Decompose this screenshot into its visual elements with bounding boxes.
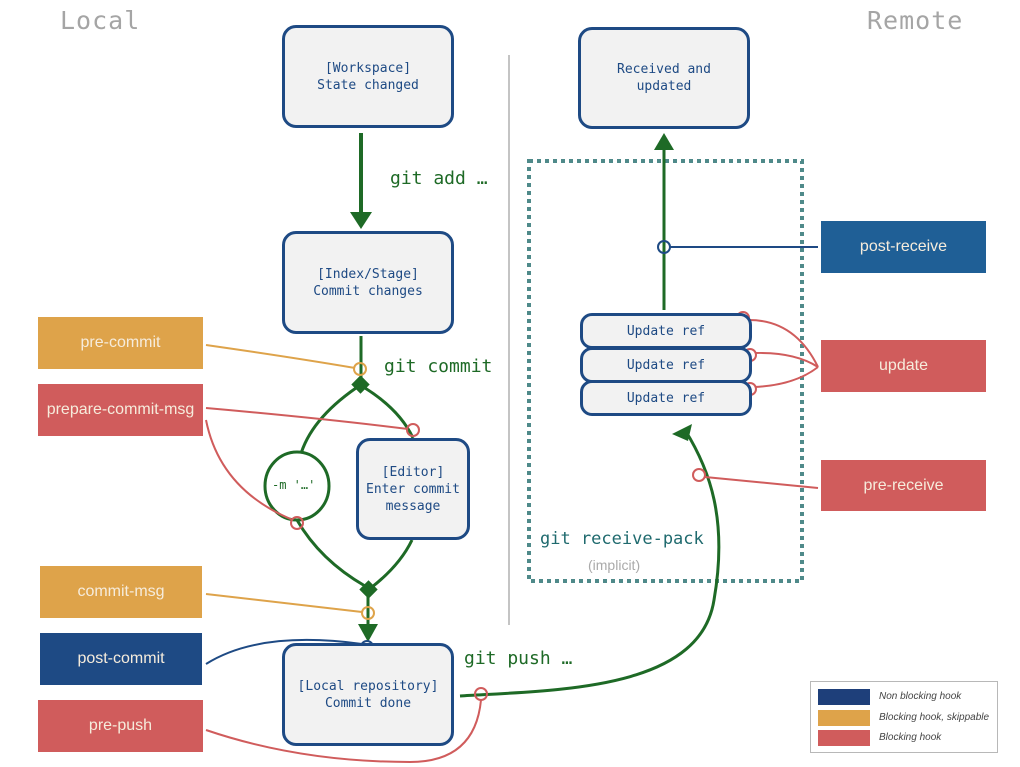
connector-commit-msg xyxy=(205,593,363,613)
legend: Non blocking hook Blocking hook, skippab… xyxy=(810,681,998,753)
local-repository-state-box: [Local repository] Commit done xyxy=(282,643,454,746)
implicit-label: (implicit) xyxy=(588,557,641,573)
connector-update-1 xyxy=(748,319,819,368)
flow-merge-message-flag xyxy=(295,519,366,588)
remote-heading: Remote xyxy=(867,6,964,35)
git-add-label: git add … xyxy=(390,168,488,189)
hook-pre-push: pre-push xyxy=(38,700,203,752)
update-ref-box: Update ref xyxy=(580,313,752,349)
legend-label: Blocking hook, skippable xyxy=(879,712,990,723)
workspace-state-box: [Workspace] State changed xyxy=(282,25,454,128)
hook-pre-receive: pre-receive xyxy=(821,460,986,511)
legend-item-blocking: Blocking hook xyxy=(818,729,941,746)
local-heading: Local xyxy=(60,6,141,35)
hook-prepare-commit-msg: prepare-commit-msg xyxy=(38,384,203,436)
index-state-box: [Index/Stage] Commit changes xyxy=(282,231,454,334)
hook-commit-msg: commit-msg xyxy=(40,566,202,618)
legend-label: Blocking hook xyxy=(879,732,942,743)
arrowhead-down-local-repo xyxy=(358,624,378,642)
legend-swatch-non-blocking xyxy=(818,688,870,705)
hook-point-pre-receive xyxy=(692,468,706,482)
update-ref-box: Update ref xyxy=(580,380,752,416)
arrowhead-down-index xyxy=(350,212,372,229)
hook-post-commit: post-commit xyxy=(40,633,202,685)
connector-update-3 xyxy=(754,366,819,388)
git-receive-pack-label: git receive-pack xyxy=(540,529,704,549)
hook-pre-commit: pre-commit xyxy=(38,317,203,369)
flow-branch-editor xyxy=(364,386,415,439)
legend-swatch-blocking xyxy=(818,729,870,746)
connector-pre-commit xyxy=(205,344,356,369)
legend-swatch-blocking-skippable xyxy=(818,709,870,726)
legend-item-blocking-skippable: Blocking hook, skippable xyxy=(818,709,989,726)
message-flag-label: -m '…' xyxy=(272,478,316,492)
git-push-label: git push … xyxy=(464,648,573,669)
arrowhead-up-remote xyxy=(654,133,674,150)
legend-label: Non blocking hook xyxy=(879,691,962,702)
legend-item-non-blocking: Non blocking hook xyxy=(818,688,961,705)
flow-merge-editor xyxy=(371,539,414,589)
git-commit-label: git commit xyxy=(384,356,493,377)
hook-post-receive: post-receive xyxy=(821,221,986,273)
update-ref-box: Update ref xyxy=(580,347,752,383)
connector-update-2 xyxy=(754,351,819,368)
connector-prepare-commit-msg xyxy=(205,407,409,430)
editor-state-box: [Editor] Enter commit message xyxy=(356,438,470,540)
hook-update: update xyxy=(821,340,986,392)
remote-received-state-box: Received and updated xyxy=(578,27,750,129)
